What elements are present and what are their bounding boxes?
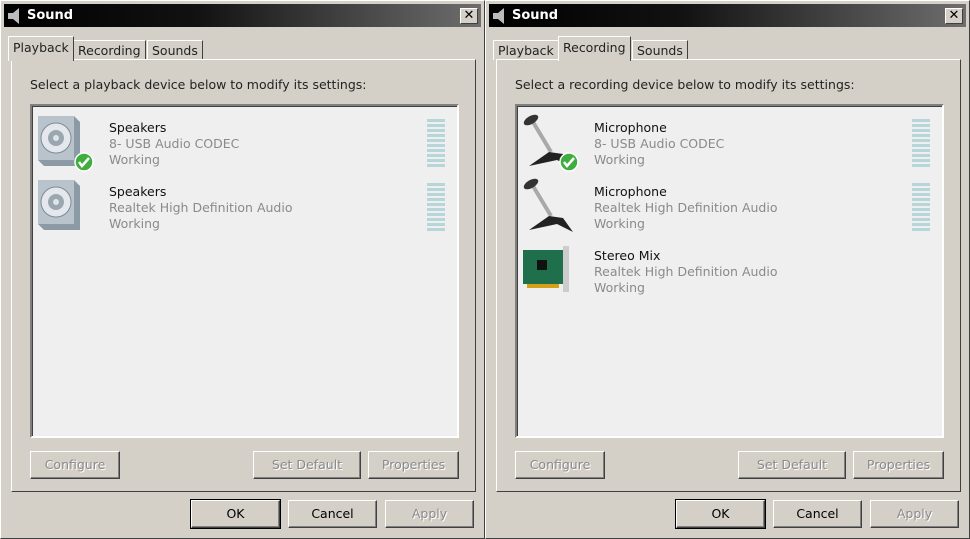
device-name: Microphone <box>594 120 667 135</box>
speaker-icon <box>34 176 90 234</box>
window-title: Sound <box>512 8 559 23</box>
properties-button[interactable]: Properties <box>853 451 944 479</box>
sound-dialog: Sound ✕ Playback Recording Sounds Select a re… <box>485 0 970 539</box>
device-list[interactable]: Speakers 8- USB Audio CODEC Working Speaker… <box>30 104 459 438</box>
device-name: Stereo Mix <box>594 248 661 263</box>
tab-playback[interactable]: Playback <box>8 36 74 61</box>
apply-button[interactable]: Apply <box>385 500 474 528</box>
default-check-icon <box>559 152 579 172</box>
close-button[interactable]: ✕ <box>460 8 478 24</box>
default-check-icon <box>74 152 94 172</box>
device-status: Working <box>109 216 160 231</box>
device-description: 8- USB Audio CODEC <box>594 136 725 151</box>
cancel-button[interactable]: Cancel <box>773 500 862 528</box>
configure-button[interactable]: Configure <box>30 451 120 479</box>
ok-button[interactable]: OK <box>675 499 766 529</box>
tab-recording[interactable]: Recording <box>73 40 146 60</box>
device-name: Speakers <box>109 184 167 199</box>
tab-sounds[interactable]: Sounds <box>147 40 203 60</box>
speaker-icon <box>8 8 22 24</box>
instruction-text: Select a recording device below to modif… <box>515 77 855 92</box>
device-description: Realtek High Definition Audio <box>594 264 778 279</box>
device-description: 8- USB Audio CODEC <box>109 136 240 151</box>
device-item[interactable]: Speakers Realtek High Definition Audio Wor… <box>32 174 457 236</box>
set-default-button[interactable]: Set Default <box>253 451 361 479</box>
ok-button[interactable]: OK <box>190 499 281 529</box>
properties-button[interactable]: Properties <box>368 451 459 479</box>
close-button[interactable]: ✕ <box>945 8 963 24</box>
apply-button[interactable]: Apply <box>870 500 959 528</box>
device-item[interactable]: Stereo Mix Realtek High Definition Audio W… <box>517 238 942 300</box>
title-bar[interactable]: Sound ✕ <box>4 4 481 27</box>
device-description: Realtek High Definition Audio <box>594 200 778 215</box>
device-name: Speakers <box>109 120 167 135</box>
device-status: Working <box>594 216 645 231</box>
level-meter <box>427 119 445 167</box>
device-description: Realtek High Definition Audio <box>109 200 293 215</box>
device-status: Working <box>109 152 160 167</box>
sound-dialog: Sound ✕ Playback Recording Sounds Select a pl… <box>0 0 485 539</box>
tab-panel: Select a recording device below to modif… <box>496 59 961 492</box>
tab-playback[interactable]: Playback <box>493 40 559 60</box>
device-status: Working <box>594 280 645 295</box>
window-title: Sound <box>27 8 74 23</box>
sound-card-icon <box>519 240 575 298</box>
microphone-icon <box>519 112 579 172</box>
speaker-icon <box>493 8 507 24</box>
microphone-icon <box>519 176 575 234</box>
device-name: Microphone <box>594 184 667 199</box>
tab-sounds[interactable]: Sounds <box>632 40 688 60</box>
instruction-text: Select a playback device below to modify… <box>30 77 367 92</box>
level-meter <box>912 119 930 167</box>
device-list[interactable]: Microphone 8- USB Audio CODEC Working Micro… <box>515 104 944 438</box>
device-item[interactable]: Microphone 8- USB Audio CODEC Working <box>517 110 942 172</box>
set-default-button[interactable]: Set Default <box>738 451 846 479</box>
level-meter <box>912 183 930 231</box>
tab-recording[interactable]: Recording <box>558 36 631 61</box>
tab-panel: Select a playback device below to modify… <box>11 59 476 492</box>
device-status: Working <box>594 152 645 167</box>
title-bar[interactable]: Sound ✕ <box>489 4 966 27</box>
device-item[interactable]: Speakers 8- USB Audio CODEC Working <box>32 110 457 172</box>
level-meter <box>427 183 445 231</box>
cancel-button[interactable]: Cancel <box>288 500 377 528</box>
speaker-icon <box>34 112 94 172</box>
configure-button[interactable]: Configure <box>515 451 605 479</box>
device-item[interactable]: Microphone Realtek High Definition Audio W… <box>517 174 942 236</box>
